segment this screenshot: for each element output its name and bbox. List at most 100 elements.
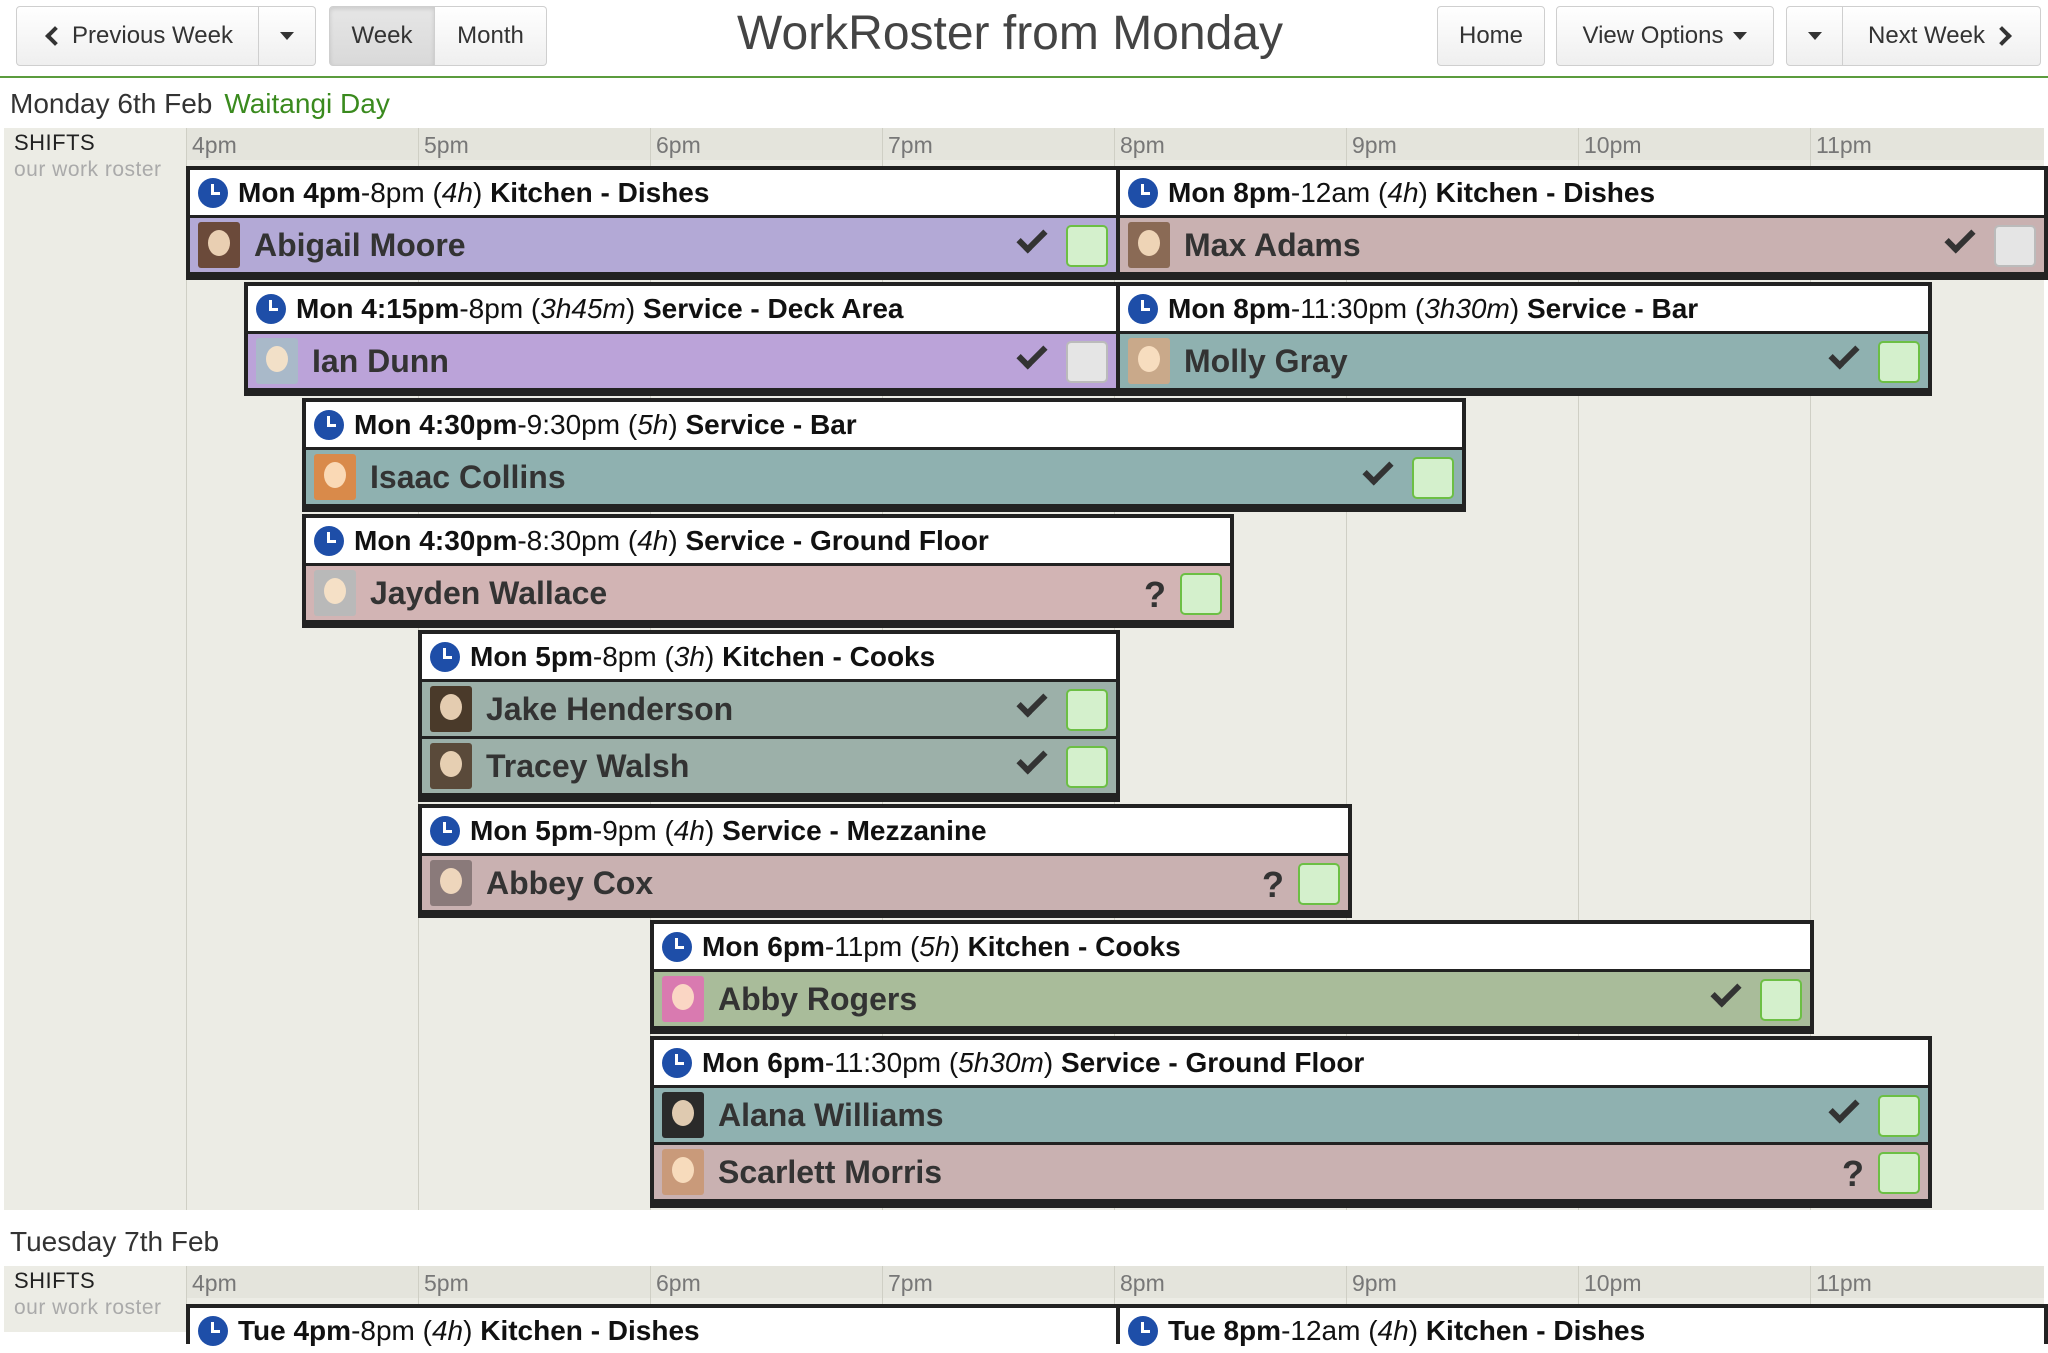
shift-header: Mon 4:15pm -8pm (3h45m) Service - Deck A…	[248, 286, 1116, 331]
clock-icon	[662, 931, 692, 962]
next-week-button[interactable]: Next Week	[1843, 6, 2041, 66]
clock-icon	[1128, 293, 1158, 324]
clock-icon	[430, 641, 460, 672]
shift-card[interactable]: Mon 8pm -11:30pm (3h30m) Service - Bar M…	[1116, 282, 1932, 396]
shift-header: Mon 5pm -8pm (3h) Kitchen - Cooks	[422, 634, 1116, 679]
shift-header: Tue 8pm -12am (4h) Kitchen - Dishes	[1120, 1308, 2044, 1353]
avatar	[314, 454, 356, 500]
confirm-checkbox[interactable]	[1994, 225, 2036, 267]
shift-card[interactable]: Mon 4:15pm -8pm (3h45m) Service - Deck A…	[244, 282, 1120, 396]
staff-row[interactable]: Abbey Cox ?	[422, 856, 1348, 910]
unconfirmed-status: ?	[1262, 864, 1284, 905]
hour-label: 10pm	[1584, 132, 1642, 158]
avatar	[314, 570, 356, 616]
shifts-label: SHIFTS	[14, 1268, 96, 1293]
hour-label: 6pm	[656, 1270, 701, 1296]
hour-label: 4pm	[192, 1270, 237, 1296]
clock-icon	[314, 409, 344, 440]
confirm-checkbox[interactable]	[1180, 573, 1222, 615]
check-icon	[1944, 222, 1976, 254]
roster-subtitle: our work roster	[14, 158, 162, 181]
shift-header: Mon 5pm -9pm (4h) Service - Mezzanine	[422, 808, 1348, 853]
clock-icon	[662, 1047, 692, 1078]
staff-row[interactable]: Scarlett Morris ?	[654, 1145, 1928, 1199]
shift-card[interactable]: Tue 8pm -12am (4h) Kitchen - Dishes	[1116, 1304, 2048, 1353]
hour-label: 10pm	[1584, 1270, 1642, 1296]
confirm-checkbox[interactable]	[1066, 689, 1108, 731]
check-icon	[1710, 976, 1742, 1008]
avatar	[662, 1092, 704, 1138]
clock-icon	[198, 1315, 228, 1346]
shift-card[interactable]: Mon 4:30pm -9:30pm (5h) Service - Bar Is…	[302, 398, 1466, 512]
confirm-checkbox[interactable]	[1066, 746, 1108, 788]
clock-icon	[430, 815, 460, 846]
clock-icon	[1128, 1315, 1158, 1346]
previous-week-button[interactable]: Previous Week	[16, 6, 259, 66]
staff-row[interactable]: Isaac Collins	[306, 450, 1462, 504]
hour-label: 7pm	[888, 132, 933, 158]
avatar	[1128, 222, 1170, 268]
check-icon	[1016, 743, 1048, 775]
caret-down-icon	[280, 32, 294, 40]
day-timeline-tuesday: SHIFTS our work roster 4pm 5pm 6pm 7pm 8…	[4, 1266, 2048, 1353]
chevron-left-icon	[45, 26, 65, 46]
shift-card[interactable]: Mon 8pm -12am (4h) Kitchen - Dishes Max …	[1116, 166, 2048, 280]
avatar	[662, 976, 704, 1022]
view-options-button[interactable]: View Options	[1556, 6, 1774, 66]
shift-header: Mon 4:30pm -9:30pm (5h) Service - Bar	[306, 402, 1462, 447]
shift-header: Mon 4pm -8pm (4h) Kitchen - Dishes	[190, 170, 1116, 215]
hour-label: 8pm	[1120, 132, 1165, 158]
shift-card[interactable]: Tue 4pm -8pm (4h) Kitchen - Dishes	[186, 1304, 1120, 1353]
hour-label: 7pm	[888, 1270, 933, 1296]
hour-label: 11pm	[1816, 132, 1872, 158]
tab-week[interactable]: Week	[329, 6, 435, 66]
holiday-label: Waitangi Day	[224, 88, 390, 119]
shift-card[interactable]: Mon 6pm -11:30pm (5h30m) Service - Groun…	[650, 1036, 1932, 1208]
hour-label: 5pm	[424, 132, 469, 158]
staff-row[interactable]: Molly Gray	[1120, 334, 1928, 388]
shift-card[interactable]: Mon 4:30pm -8:30pm (4h) Service - Ground…	[302, 514, 1234, 628]
confirm-checkbox[interactable]	[1878, 1095, 1920, 1137]
previous-week-dropdown[interactable]	[259, 6, 316, 66]
shifts-label: SHIFTS	[14, 130, 96, 155]
day-timeline-monday: SHIFTS our work roster 4pm 5pm 6pm 7pm 8…	[4, 128, 2048, 1210]
shift-header: Mon 8pm -11:30pm (3h30m) Service - Bar	[1120, 286, 1928, 331]
confirm-checkbox[interactable]	[1412, 457, 1454, 499]
shift-card[interactable]: Mon 6pm -11pm (5h) Kitchen - Cooks Abby …	[650, 920, 1814, 1034]
confirm-checkbox[interactable]	[1760, 979, 1802, 1021]
hour-label: 8pm	[1120, 1270, 1165, 1296]
staff-row[interactable]: Tracey Walsh	[422, 739, 1116, 793]
shift-header: Mon 4:30pm -8:30pm (4h) Service - Ground…	[306, 518, 1230, 563]
staff-row[interactable]: Jake Henderson	[422, 682, 1116, 736]
staff-row[interactable]: Abby Rogers	[654, 972, 1810, 1026]
staff-row[interactable]: Jayden Wallace ?	[306, 566, 1230, 620]
day-heading-tuesday: Tuesday 7th Feb	[10, 1226, 220, 1257]
caret-down-icon	[1807, 32, 1822, 40]
avatar	[430, 686, 472, 732]
staff-row[interactable]: Abigail Moore	[190, 218, 1116, 272]
tab-month[interactable]: Month	[435, 6, 547, 66]
shift-card[interactable]: Mon 5pm -9pm (4h) Service - Mezzanine Ab…	[418, 804, 1352, 918]
day-heading-monday: Monday 6th Feb Waitangi Day	[10, 88, 390, 119]
confirm-checkbox[interactable]	[1066, 225, 1108, 267]
confirm-checkbox[interactable]	[1878, 341, 1920, 383]
shift-card[interactable]: Mon 5pm -8pm (3h) Kitchen - Cooks Jake H…	[418, 630, 1120, 802]
avatar	[662, 1149, 704, 1195]
staff-row[interactable]: Alana Williams	[654, 1088, 1928, 1142]
confirm-checkbox[interactable]	[1298, 863, 1340, 905]
shift-card[interactable]: Mon 4pm -8pm (4h) Kitchen - Dishes Abiga…	[186, 166, 1120, 280]
unconfirmed-status: ?	[1842, 1153, 1864, 1194]
confirm-checkbox[interactable]	[1878, 1152, 1920, 1194]
roster-subtitle: our work roster	[14, 1296, 162, 1319]
clock-icon	[1128, 177, 1158, 208]
check-icon	[1016, 686, 1048, 718]
shift-header: Mon 8pm -12am (4h) Kitchen - Dishes	[1120, 170, 2044, 215]
next-week-dropdown[interactable]	[1786, 6, 1843, 66]
staff-row[interactable]: Max Adams	[1120, 218, 2044, 272]
home-button[interactable]: Home	[1437, 6, 1545, 66]
hour-label: 5pm	[424, 1270, 469, 1296]
confirm-checkbox[interactable]	[1066, 341, 1108, 383]
avatar	[256, 338, 298, 384]
staff-row[interactable]: Ian Dunn	[248, 334, 1116, 388]
avatar	[1128, 338, 1170, 384]
